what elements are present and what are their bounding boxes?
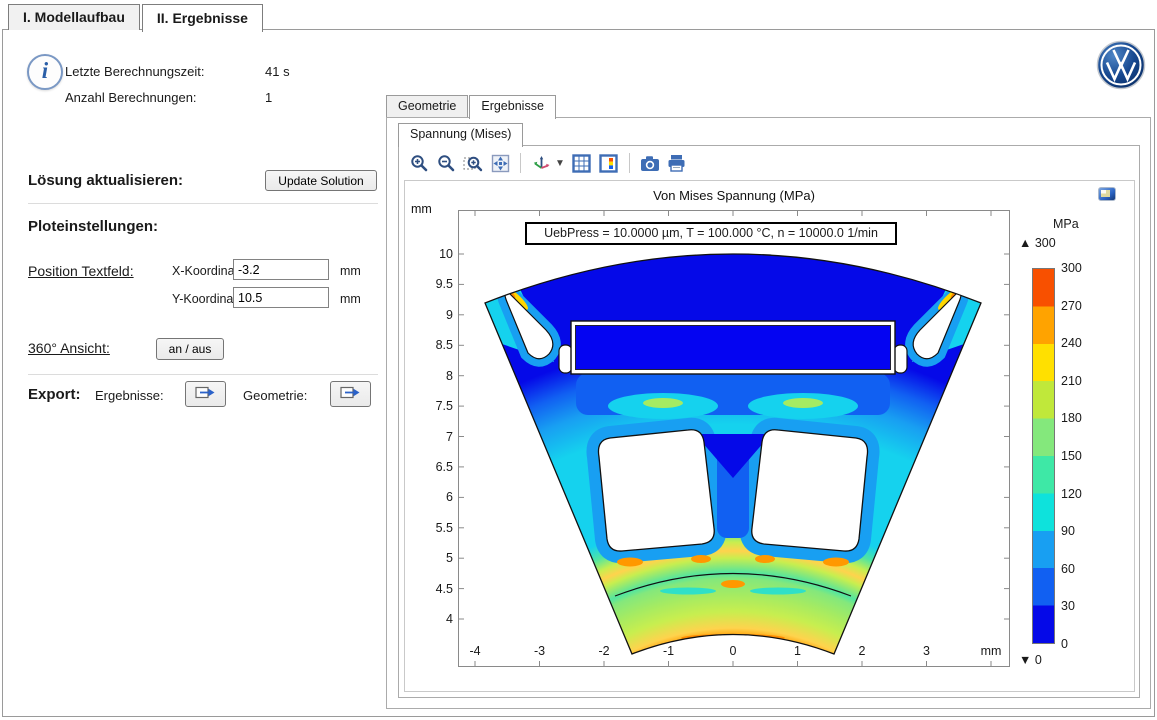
x-axis-tick-labels: -4 -3 -2 -1 0 1 2 3 mm [458,644,1010,660]
xtick-label: mm [981,644,1002,658]
info-icon: i [27,54,63,90]
stress-plot [458,210,1010,667]
xtick-label: 3 [923,644,930,658]
count-label: Anzahl Berechnungen: [65,90,197,105]
ytick-label: 5.5 [436,521,453,535]
main-tabbar: I. Modellaufbau II. Ergebnisse [8,4,265,32]
tab-geometrie[interactable]: Geometrie [386,95,468,117]
cbtick-label: 180 [1061,411,1082,425]
xtick-label: -2 [598,644,609,658]
cbtick-label: 120 [1061,487,1082,501]
toolbar-separator [520,153,521,173]
xtick-label: -3 [534,644,545,658]
ytick-label: 6 [446,490,453,504]
divider [28,203,378,204]
toolbar-separator [629,153,630,173]
view-360-label: 360° Ansicht: [28,340,110,356]
plot-panel: ▼ mm Von Mises Spannung (MPa) [398,145,1140,698]
update-solution-button[interactable]: Update Solution [265,170,377,191]
cbtick-label: 150 [1061,449,1082,463]
ytick-label: 6.5 [436,460,453,474]
plot-window-icon[interactable] [1097,186,1117,207]
tab-ergebnisse[interactable]: II. Ergebnisse [142,4,263,32]
plot-toolbar: ▼ [409,150,687,176]
plot-settings-heading: Ploteinstellungen: [28,218,158,235]
ytick-label: 4.5 [436,582,453,596]
ytick-label: 7.5 [436,399,453,413]
x-coordinate-input[interactable] [233,259,329,280]
divider [28,374,378,375]
ytick-label: 8.5 [436,338,453,352]
default-view-dropdown-caret[interactable]: ▼ [555,158,565,169]
print-icon[interactable] [667,153,687,173]
export-heading: Export: [28,386,81,403]
tab-spannung-mises[interactable]: Spannung (Mises) [398,123,523,147]
export-geometry-label: Geometrie: [243,388,307,403]
ytick-label: 8 [446,369,453,383]
export-geometry-button[interactable] [330,381,371,407]
cbtick-label: 60 [1061,562,1075,576]
zoom-box-icon[interactable] [463,153,483,173]
colorbar-min-marker: ▼ 0 [1019,653,1042,667]
update-solution-heading: Lösung aktualisieren: [28,172,183,189]
ytick-label: 7 [446,430,453,444]
runtime-value: 41 s [265,64,290,79]
tab-modellaufbau[interactable]: I. Modellaufbau [8,4,140,30]
annotation-box: UebPress = 10.0000 µm, T = 100.000 °C, n… [525,222,897,245]
xtick-label: 2 [859,644,866,658]
cbtick-label: 270 [1061,299,1082,313]
zoom-out-icon[interactable] [436,153,456,173]
xtick-label: 0 [730,644,737,658]
cbtick-label: 300 [1061,261,1082,275]
cbtick-label: 30 [1061,599,1075,613]
export-results-label: Ergebnisse: [95,388,164,403]
y-unit-label: mm [340,292,361,306]
plot-tabbar: Spannung (Mises) [398,123,524,147]
colorbar: MPa ▲ 300 0306090120150180210240270300 ▼… [1017,211,1135,676]
view-360-toggle-button[interactable]: an / aus [156,338,224,360]
color-legend-icon[interactable] [599,153,619,173]
xtick-label: -4 [469,644,480,658]
ytick-label: 4 [446,612,453,626]
position-textfield-label: Position Textfeld: [28,263,134,279]
ytick-label: 9 [446,308,453,322]
chart-title: Von Mises Spannung (MPa) [458,188,1010,203]
runtime-label: Letzte Berechnungszeit: [65,64,204,79]
tab-ergebnisse-viewer[interactable]: Ergebnisse [469,95,556,119]
zoom-in-icon[interactable] [409,153,429,173]
xtick-label: -1 [663,644,674,658]
ytick-label: 9.5 [436,277,453,291]
xtick-label: 1 [794,644,801,658]
cbtick-label: 240 [1061,336,1082,350]
cbtick-label: 210 [1061,374,1082,388]
export-results-button[interactable] [185,381,226,407]
cbtick-label: 90 [1061,524,1075,538]
count-value: 1 [265,90,272,105]
plot-canvas[interactable]: mm Von Mises Spannung (MPa) [404,180,1135,692]
colorbar-tick-labels: 0 30 60 90 120 150 180 210 240 270 300 [1017,211,1135,676]
grid-icon[interactable] [572,153,592,173]
viewer-tabbar: Geometrie Ergebnisse [386,95,557,119]
cbtick-label: 0 [1061,637,1068,651]
vw-logo [1096,40,1146,95]
y-coordinate-input[interactable] [233,287,329,308]
ytick-label: 5 [446,551,453,565]
export-geometry-icon [340,389,361,403]
zoom-extents-icon[interactable] [490,153,510,173]
y-axis-tick-labels: 10 9.5 9 8.5 8 7.5 7 6.5 6 5.5 5 4.5 4 [411,210,453,667]
ytick-label: 10 [439,247,453,261]
x-unit-label: mm [340,264,361,278]
export-results-icon [195,389,216,403]
snapshot-icon[interactable] [640,153,660,173]
default-view-icon[interactable] [531,153,551,173]
